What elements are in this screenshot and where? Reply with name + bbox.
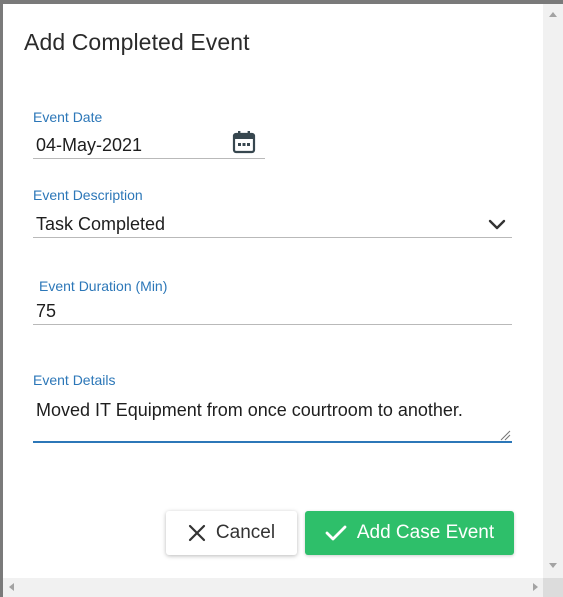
event-duration-field[interactable]: 75 [36,301,56,322]
add-completed-event-dialog: Add Completed Event Event Date 04-May-20… [3,4,543,578]
event-date-label: Event Date [33,109,103,125]
event-duration-underline [33,324,512,325]
event-details-underline [33,441,512,443]
event-date-field[interactable]: 04-May-2021 [36,135,142,156]
event-details-label: Event Details [33,372,116,388]
horizontal-scrollbar[interactable] [3,578,543,597]
event-description-select[interactable]: Task Completed [36,214,165,235]
event-description-underline [33,237,512,238]
scroll-down-arrow-icon[interactable] [549,563,557,568]
dialog-title: Add Completed Event [24,29,250,55]
cancel-button[interactable]: Cancel [166,511,297,555]
check-icon [325,524,347,542]
vertical-scrollbar[interactable] [543,4,563,578]
cancel-button-label: Cancel [215,522,276,543]
chevron-down-icon[interactable] [487,215,507,235]
calendar-icon[interactable] [232,130,256,154]
event-details-textarea[interactable]: Moved IT Equipment from once courtroom t… [36,398,496,423]
add-case-event-button-label: Add Case Event [356,522,495,543]
scroll-up-arrow-icon[interactable] [549,12,557,17]
close-icon [188,524,206,542]
scroll-right-arrow-icon[interactable] [533,583,538,591]
event-description-label: Event Description [33,187,143,203]
resize-grip-icon[interactable] [499,428,511,441]
scrollbar-corner [543,578,563,597]
event-date-underline [33,158,265,159]
event-duration-label: Event Duration (Min) [39,278,168,294]
scroll-left-arrow-icon[interactable] [9,583,14,591]
add-case-event-button[interactable]: Add Case Event [305,511,514,555]
